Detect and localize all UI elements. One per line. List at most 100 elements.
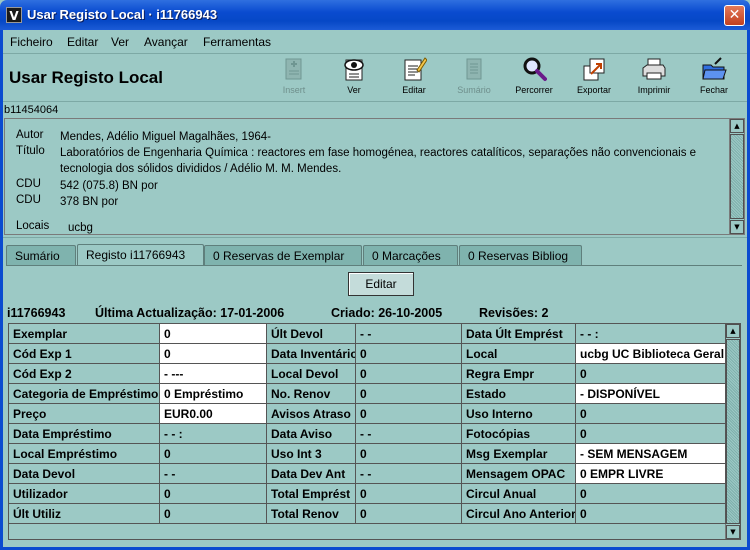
app-icon: V bbox=[6, 7, 22, 23]
panel-splitter[interactable] bbox=[3, 237, 747, 241]
menu-separator bbox=[3, 53, 747, 54]
bib-field: CDU 378 BN por bbox=[16, 194, 118, 208]
field-label: Data Últ Emprést bbox=[462, 324, 576, 344]
field-value[interactable]: 0 bbox=[576, 484, 726, 504]
print-label: Imprimir bbox=[637, 85, 671, 95]
field-label: Preço bbox=[9, 404, 160, 424]
field-value[interactable]: - - bbox=[356, 424, 462, 444]
window-title: Usar Registo Local · i11766943 bbox=[27, 7, 218, 22]
bib-record-panel: Autor Mendes, Adélio Miguel Magalhães, 1… bbox=[4, 118, 745, 235]
insert-label: Insert bbox=[282, 85, 306, 95]
bib-field: Locais ucbg bbox=[16, 220, 93, 234]
field-value[interactable]: 0 bbox=[576, 364, 726, 384]
field-value[interactable]: 0 bbox=[160, 444, 267, 464]
scroll-up-arrow-icon[interactable]: ▲ bbox=[726, 324, 740, 338]
menu-bar: Ficheiro Editar Ver Avançar Ferramentas bbox=[3, 32, 747, 52]
field-value[interactable]: 0 bbox=[576, 404, 726, 424]
field-value[interactable]: 0 bbox=[356, 504, 462, 524]
scroll-down-arrow-icon[interactable]: ▼ bbox=[726, 525, 740, 539]
bib-field-label: Autor bbox=[16, 129, 44, 141]
tab-underline bbox=[6, 265, 742, 266]
view-button[interactable]: Ver bbox=[326, 56, 382, 98]
field-value[interactable]: 0 bbox=[576, 424, 726, 444]
field-label: Cód Exp 2 bbox=[9, 364, 160, 384]
field-value[interactable]: 0 bbox=[356, 344, 462, 364]
field-label: Categoria de Empréstimo bbox=[9, 384, 160, 404]
field-label: Local Devol bbox=[267, 364, 356, 384]
tab-registo[interactable]: Registo i11766943 bbox=[77, 244, 204, 266]
scroll-thumb[interactable] bbox=[730, 134, 744, 219]
field-value[interactable]: - - bbox=[160, 464, 267, 484]
field-value[interactable]: - DISPONÍVEL bbox=[576, 384, 726, 404]
bib-field-value: ucbg bbox=[68, 222, 93, 234]
field-label: Estado bbox=[462, 384, 576, 404]
scroll-up-arrow-icon[interactable]: ▲ bbox=[730, 119, 744, 133]
magnifier-icon bbox=[523, 57, 547, 81]
field-value[interactable]: 0 bbox=[356, 384, 462, 404]
field-value[interactable]: 0 bbox=[160, 504, 267, 524]
field-label: Data Empréstimo bbox=[9, 424, 160, 444]
tab-sumario[interactable]: Sumário bbox=[6, 245, 76, 265]
menu-editar[interactable]: Editar bbox=[67, 35, 98, 49]
field-label: Uso Int 3 bbox=[267, 444, 356, 464]
field-label: Local Empréstimo bbox=[9, 444, 160, 464]
field-value[interactable]: 0 bbox=[356, 444, 462, 464]
menu-avancar[interactable]: Avançar bbox=[144, 35, 188, 49]
field-label: Total Emprést bbox=[267, 484, 356, 504]
bib-field-value: Laboratórios de Engenharia Química : rea… bbox=[60, 147, 697, 175]
close-window-button[interactable]: ✕ bbox=[724, 5, 745, 26]
menu-ficheiro[interactable]: Ficheiro bbox=[10, 35, 53, 49]
tab-reservas-exemplar[interactable]: 0 Reservas de Exemplar bbox=[204, 245, 362, 265]
field-value[interactable]: 0 bbox=[160, 484, 267, 504]
field-value[interactable]: 0 bbox=[356, 364, 462, 384]
field-value[interactable]: - - : bbox=[160, 424, 267, 444]
export-label: Exportar bbox=[576, 85, 611, 95]
bib-field: Autor Mendes, Adélio Miguel Magalhães, 1… bbox=[16, 129, 271, 143]
revisions-count: Revisões: 2 bbox=[479, 306, 549, 320]
field-label: Circul Ano Anterior bbox=[462, 504, 576, 524]
field-value[interactable]: 0 Empréstimo bbox=[160, 384, 267, 404]
page-title: Usar Registo Local bbox=[9, 68, 163, 87]
scroll-down-arrow-icon[interactable]: ▼ bbox=[730, 220, 744, 234]
field-value[interactable]: - - bbox=[356, 464, 462, 484]
summary-button[interactable]: Sumário bbox=[446, 56, 502, 98]
scroll-thumb[interactable] bbox=[726, 339, 740, 524]
field-value[interactable]: - SEM MENSAGEM bbox=[576, 444, 726, 464]
insert-button[interactable]: Insert bbox=[266, 56, 322, 98]
field-value[interactable]: - - : bbox=[576, 324, 726, 344]
field-label: Uso Interno bbox=[462, 404, 576, 424]
menu-ver[interactable]: Ver bbox=[111, 35, 129, 49]
field-label: Data Devol bbox=[9, 464, 160, 484]
print-button[interactable]: Imprimir bbox=[626, 56, 682, 98]
field-label: Total Renov bbox=[267, 504, 356, 524]
bib-scrollbar[interactable]: ▲ ▼ bbox=[729, 119, 744, 234]
field-value[interactable]: ucbg UC Biblioteca Geral bbox=[576, 344, 726, 364]
field-value[interactable]: 0 bbox=[576, 504, 726, 524]
created-date: Criado: 26-10-2005 bbox=[331, 306, 443, 320]
field-label: Fotocópias bbox=[462, 424, 576, 444]
field-value[interactable]: 0 bbox=[356, 404, 462, 424]
edit-button[interactable]: Editar bbox=[348, 272, 414, 296]
summary-label: Sumário bbox=[457, 85, 491, 95]
edit-button-toolbar[interactable]: Editar bbox=[386, 56, 442, 98]
field-value[interactable]: - - bbox=[356, 324, 462, 344]
field-value[interactable]: 0 bbox=[356, 484, 462, 504]
close-button-toolbar[interactable]: Fechar bbox=[686, 56, 742, 98]
menu-ferramentas[interactable]: Ferramentas bbox=[203, 35, 271, 49]
folder-close-icon bbox=[702, 57, 727, 80]
bib-field-value: Mendes, Adélio Miguel Magalhães, 1964- bbox=[60, 131, 271, 143]
view-label: Ver bbox=[347, 85, 361, 95]
field-value[interactable]: 0 bbox=[160, 344, 267, 364]
field-label: Data Inventário bbox=[267, 344, 356, 364]
grid-scrollbar[interactable]: ▲ ▼ bbox=[725, 324, 740, 539]
export-button[interactable]: Exportar bbox=[566, 56, 622, 98]
field-value[interactable]: 0 EMPR LIVRE bbox=[576, 464, 726, 484]
tab-marcacoes[interactable]: 0 Marcações bbox=[363, 245, 458, 265]
field-value[interactable]: EUR0.00 bbox=[160, 404, 267, 424]
tab-reservas-bibliog[interactable]: 0 Reservas Bibliog bbox=[459, 245, 582, 265]
browse-button[interactable]: Percorrer bbox=[506, 56, 562, 98]
field-value[interactable]: - --- bbox=[160, 364, 267, 384]
close-label: Fechar bbox=[699, 85, 728, 95]
field-value[interactable]: 0 bbox=[160, 324, 267, 344]
field-label: Últ Utiliz bbox=[9, 504, 160, 524]
